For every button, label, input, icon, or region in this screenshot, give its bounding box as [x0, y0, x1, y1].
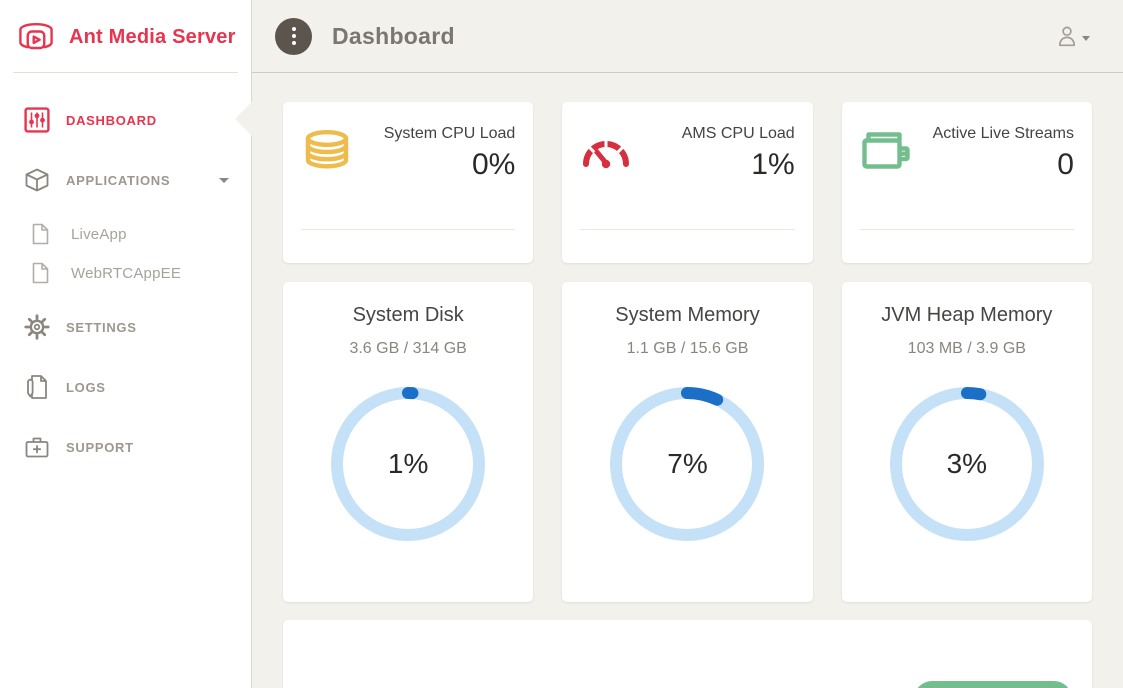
- gauge-subtitle: 3.6 GB / 314 GB: [283, 340, 533, 358]
- donut-gauge: 7%: [605, 382, 769, 546]
- brand-name: Ant Media Server: [69, 26, 236, 49]
- stat-card-system-cpu: System CPU Load 0%: [283, 102, 533, 263]
- ant-media-logo-icon: [14, 17, 58, 57]
- database-icon: [301, 123, 359, 242]
- donut-gauge: 1%: [326, 382, 490, 546]
- user-menu-button[interactable]: [1055, 24, 1090, 48]
- sidebar-item-label: WebRTCAppEE: [71, 265, 181, 282]
- stat-value: 1%: [638, 148, 794, 182]
- stat-title: System CPU Load: [359, 123, 515, 145]
- support-icon: [24, 435, 50, 459]
- gauge-percent: 1%: [326, 382, 490, 546]
- menu-kebab-button[interactable]: [275, 18, 312, 55]
- sidebar-item-dashboard[interactable]: DASHBOARD: [0, 100, 251, 140]
- user-icon: [1055, 24, 1079, 48]
- file-icon: [27, 223, 53, 245]
- speedometer-icon: [580, 123, 638, 242]
- file-icon: [27, 262, 53, 284]
- sidebar-item-label: DASHBOARD: [66, 113, 157, 128]
- sidebar-item-webrtcappee[interactable]: WebRTCAppEE: [0, 255, 251, 291]
- sidebar-item-liveapp[interactable]: LiveApp: [0, 216, 251, 252]
- sidebar-item-logs[interactable]: LOGS: [0, 367, 251, 407]
- top-header: Dashboard: [252, 0, 1123, 73]
- card-divider: [580, 229, 794, 230]
- gauge-percent: 7%: [605, 382, 769, 546]
- dashboard-icon: [24, 107, 50, 133]
- gauge-percent: 3%: [885, 382, 1049, 546]
- gauge-card-jvm-heap: JVM Heap Memory 103 MB / 3.9 GB 3%: [842, 282, 1092, 602]
- gauge-card-system-memory: System Memory 1.1 GB / 15.6 GB 7%: [562, 282, 812, 602]
- sidebar-item-settings[interactable]: SETTINGS: [0, 307, 251, 347]
- applications-section: Applications New Application: [283, 620, 1092, 688]
- wallet-icon: [860, 123, 918, 242]
- chevron-down-icon: [1082, 36, 1090, 41]
- brand[interactable]: Ant Media Server: [0, 0, 251, 72]
- card-divider: [301, 229, 515, 230]
- sidebar-nav: DASHBOARD APPLICATIONS: [0, 100, 251, 467]
- sidebar: Ant Media Server DASHBOARD: [0, 0, 252, 688]
- stat-value: 0%: [359, 148, 515, 182]
- sidebar-item-label: LiveApp: [71, 226, 127, 243]
- gauge-subtitle: 1.1 GB / 15.6 GB: [562, 340, 812, 358]
- donut-gauge: 3%: [885, 382, 1049, 546]
- stat-card-active-streams: Active Live Streams 0: [842, 102, 1092, 263]
- sidebar-item-label: SUPPORT: [66, 440, 134, 455]
- sidebar-item-label: SETTINGS: [66, 320, 137, 335]
- sidebar-item-support[interactable]: SUPPORT: [0, 427, 251, 467]
- gauge-title: System Disk: [283, 304, 533, 327]
- sidebar-item-label: APPLICATIONS: [66, 173, 170, 188]
- logs-icon: [24, 374, 50, 400]
- gauge-subtitle: 103 MB / 3.9 GB: [842, 340, 1092, 358]
- page-title: Dashboard: [332, 23, 455, 50]
- card-divider: [860, 229, 1074, 230]
- sidebar-item-label: LOGS: [66, 380, 106, 395]
- new-application-button[interactable]: New Application: [914, 681, 1072, 688]
- gear-icon: [24, 314, 50, 340]
- chevron-down-icon[interactable]: [219, 178, 229, 183]
- gauge-title: JVM Heap Memory: [842, 304, 1092, 327]
- stat-card-ams-cpu: AMS CPU Load 1%: [562, 102, 812, 263]
- sidebar-item-applications[interactable]: APPLICATIONS: [0, 160, 251, 200]
- gauge-card-system-disk: System Disk 3.6 GB / 314 GB 1%: [283, 282, 533, 602]
- main-content: System CPU Load 0%: [252, 74, 1123, 688]
- applications-icon: [24, 167, 50, 193]
- stat-title: Active Live Streams: [918, 123, 1074, 145]
- sidebar-divider: [13, 72, 238, 73]
- stat-value: 0: [918, 148, 1074, 182]
- gauge-title: System Memory: [562, 304, 812, 327]
- stat-title: AMS CPU Load: [638, 123, 794, 145]
